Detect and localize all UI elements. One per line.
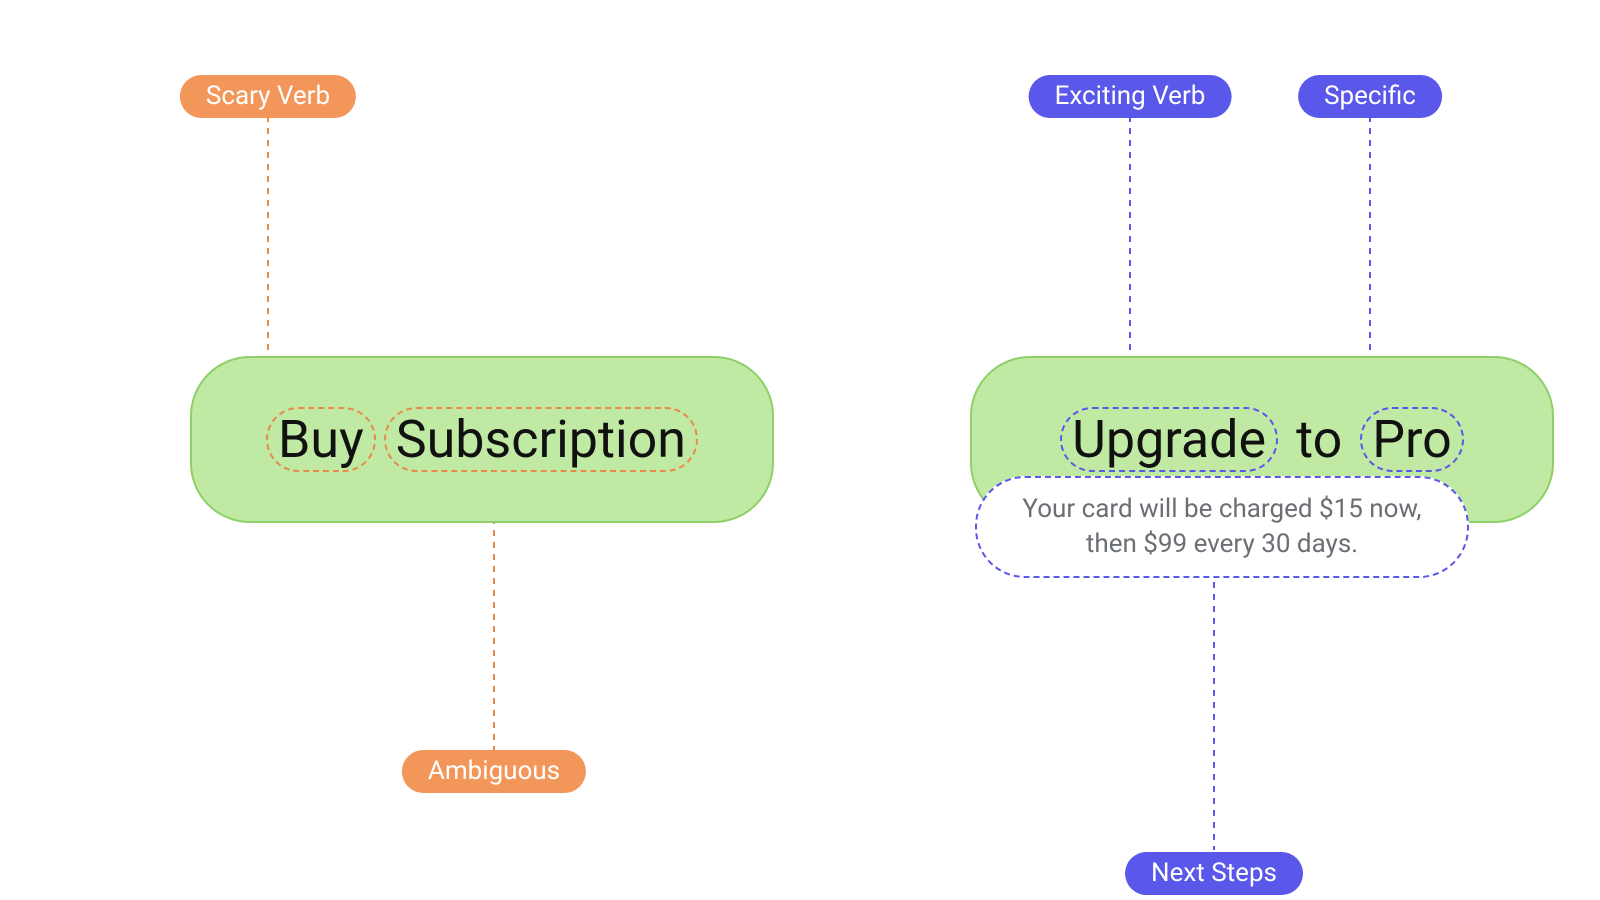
tag-exciting-verb: Exciting Verb	[1029, 75, 1232, 118]
cta-left-word-2: Subscription	[384, 407, 698, 472]
cta-left-word-1: Buy	[266, 407, 376, 472]
cta-right-word-2: to	[1286, 409, 1352, 470]
tag-scary-verb: Scary Verb	[180, 75, 356, 118]
tag-label: Specific	[1324, 81, 1416, 111]
tag-next-steps: Next Steps	[1125, 852, 1303, 895]
tag-label: Next Steps	[1151, 858, 1277, 888]
cta-left[interactable]: Buy Subscription	[190, 356, 774, 523]
tag-label: Exciting Verb	[1055, 81, 1206, 111]
tag-ambiguous: Ambiguous	[402, 750, 586, 793]
cta-right-word-3: Pro	[1360, 407, 1464, 472]
tag-specific: Specific	[1298, 75, 1442, 118]
subtext-line-1: Your card will be charged $15 now,	[1022, 494, 1421, 524]
tag-label: Ambiguous	[428, 756, 560, 786]
diagram-stage: Scary Verb Buy Subscription Ambiguous Ex…	[0, 0, 1600, 900]
tag-label: Scary Verb	[206, 81, 330, 111]
cta-right-subtext: Your card will be charged $15 now, then …	[975, 476, 1469, 578]
subtext-line-2: then $99 every 30 days.	[1086, 529, 1358, 559]
cta-right-word-1: Upgrade	[1060, 407, 1278, 472]
